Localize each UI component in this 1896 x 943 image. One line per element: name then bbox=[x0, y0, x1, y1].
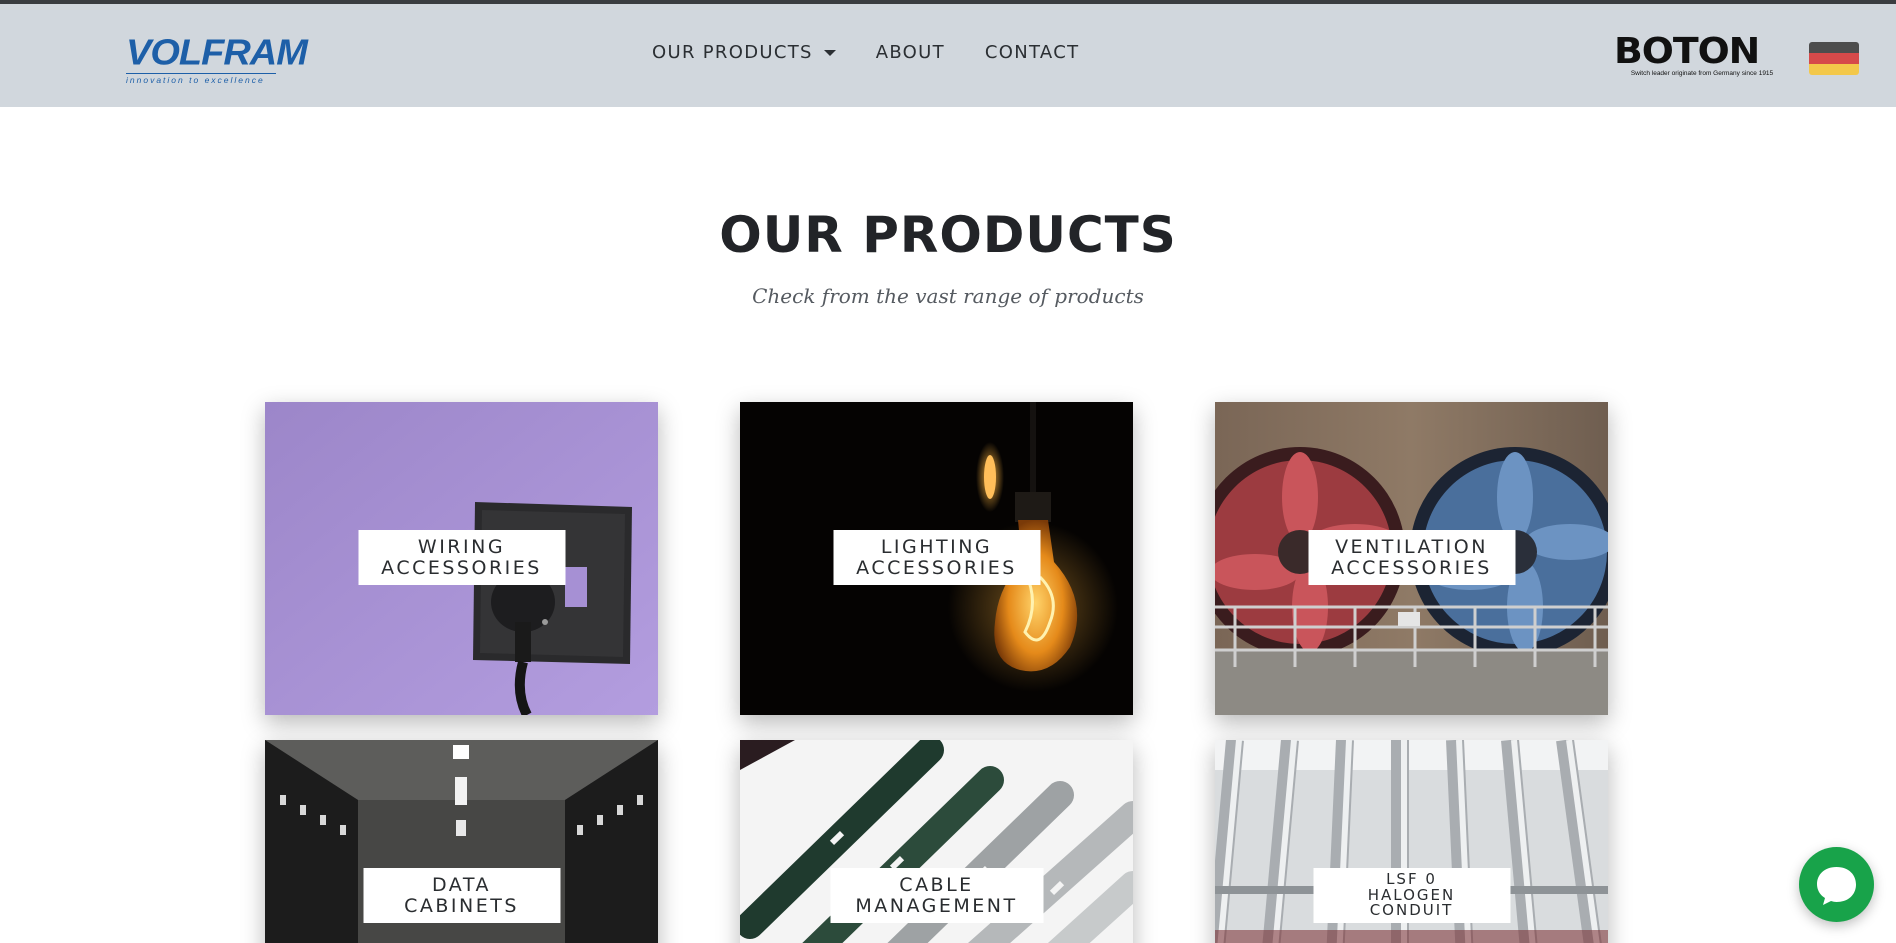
boton-brand-text: BOTON bbox=[1614, 31, 1760, 72]
nav-our-products[interactable]: OUR PRODUCTS bbox=[652, 42, 836, 63]
product-card-wiring[interactable]: WIRING ACCESSORIES bbox=[265, 402, 658, 715]
product-label-wiring: WIRING ACCESSORIES bbox=[358, 530, 565, 585]
product-label-cable-management: CABLE MANAGEMENT bbox=[830, 868, 1043, 923]
product-card-ventilation[interactable]: VENTILATION ACCESSORIES bbox=[1215, 402, 1608, 715]
nav-about-label: ABOUT bbox=[875, 42, 945, 63]
label-line: ACCESSORIES bbox=[856, 556, 1017, 579]
product-card-cable-management[interactable]: CABLE MANAGEMENT bbox=[740, 740, 1133, 943]
label-line: CABINETS bbox=[404, 894, 519, 917]
main-nav: OUR PRODUCTS ABOUT CONTACT bbox=[652, 42, 1079, 63]
page-subtitle: Check from the vast range of products bbox=[752, 284, 1144, 308]
product-card-lsf-halogen-conduit[interactable]: LSF 0 HALOGEN CONDUIT bbox=[1215, 740, 1608, 943]
product-label-lighting: LIGHTING ACCESSORIES bbox=[833, 530, 1040, 585]
nav-about[interactable]: ABOUT bbox=[876, 42, 945, 63]
product-label-ventilation: VENTILATION ACCESSORIES bbox=[1308, 530, 1515, 585]
label-line: VENTILATION bbox=[1335, 535, 1488, 558]
boton-logo[interactable]: BOTON Switch leader originate from Germa… bbox=[1614, 34, 1790, 80]
product-card-data-cabinets[interactable]: DATA CABINETS bbox=[265, 740, 658, 943]
chat-button[interactable] bbox=[1799, 847, 1874, 922]
page-title: OUR PRODUCTS bbox=[719, 206, 1177, 264]
nav-contact[interactable]: CONTACT bbox=[985, 42, 1079, 63]
label-line: LIGHTING bbox=[880, 535, 993, 558]
chat-bubble-icon bbox=[1817, 867, 1856, 905]
nav-our-products-label: OUR PRODUCTS bbox=[652, 42, 813, 63]
volfram-logo[interactable]: VOLFRAM innovation to excellence bbox=[126, 33, 308, 85]
label-line: CONDUIT bbox=[1369, 901, 1454, 920]
label-line: MANAGEMENT bbox=[855, 894, 1018, 917]
label-line: ACCESSORIES bbox=[1331, 556, 1492, 579]
label-line: ACCESSORIES bbox=[381, 556, 542, 579]
label-line: WIRING bbox=[417, 535, 506, 558]
germany-flag-icon[interactable] bbox=[1809, 42, 1859, 75]
nav-contact-label: CONTACT bbox=[984, 42, 1080, 63]
chevron-down-icon bbox=[823, 50, 836, 56]
product-label-data-cabinets: DATA CABINETS bbox=[363, 868, 560, 923]
site-header: VOLFRAM innovation to excellence OUR PRO… bbox=[0, 4, 1896, 107]
logo-brand-text: VOLFRAM bbox=[126, 33, 308, 73]
label-line: DATA bbox=[432, 873, 491, 896]
label-line: CABLE bbox=[899, 873, 974, 896]
product-label-lsf-halogen-conduit: LSF 0 HALOGEN CONDUIT bbox=[1313, 868, 1510, 923]
logo-tagline: innovation to excellence bbox=[126, 73, 276, 85]
product-card-lighting[interactable]: LIGHTING ACCESSORIES bbox=[740, 402, 1133, 715]
